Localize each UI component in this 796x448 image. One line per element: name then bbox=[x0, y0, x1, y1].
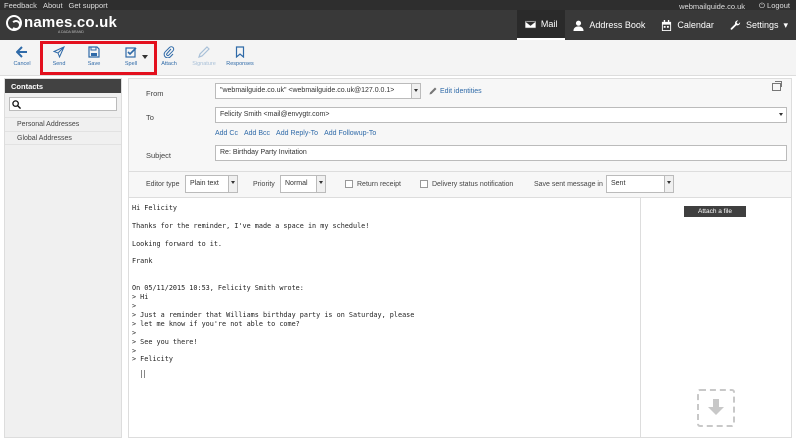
add-followup-to-link[interactable]: Add Followup-To bbox=[324, 130, 376, 137]
envelope-icon bbox=[524, 19, 536, 29]
save-sent-label: Save sent message in bbox=[534, 181, 603, 188]
subject-label: Subject bbox=[146, 151, 172, 160]
resize-handle-icon[interactable] bbox=[141, 370, 145, 378]
nav-address-book[interactable]: Address Book bbox=[565, 10, 653, 40]
edit-identities-label: Edit identities bbox=[440, 87, 482, 95]
signature-button[interactable]: Signature bbox=[186, 46, 222, 67]
save-sent-value: Sent bbox=[611, 180, 626, 187]
edit-identities-link[interactable]: Edit identities bbox=[429, 87, 482, 95]
contacts-sidebar: Contacts Personal Addresses Global Addre… bbox=[4, 78, 122, 438]
nav-settings[interactable]: Settings ▾ bbox=[722, 10, 796, 40]
editor-type-label: Editor type bbox=[146, 181, 180, 188]
logo-text: names.co.uk bbox=[24, 14, 118, 31]
from-value: "webmailguide.co.uk" <webmailguide.co.uk… bbox=[220, 87, 395, 94]
editor-type-select[interactable]: Plain text bbox=[185, 175, 238, 193]
nav-address-book-label: Address Book bbox=[589, 20, 646, 30]
chevron-down-icon bbox=[664, 176, 673, 192]
about-link[interactable]: About bbox=[43, 1, 63, 10]
sidebar-item-personal-addresses[interactable]: Personal Addresses bbox=[5, 117, 121, 131]
attach-file-button[interactable]: Attach a file bbox=[684, 206, 746, 217]
nav-mail[interactable]: Mail bbox=[516, 10, 566, 40]
responses-label: Responses bbox=[226, 61, 254, 67]
pen-icon bbox=[198, 46, 210, 58]
from-select[interactable]: "webmailguide.co.uk" <webmailguide.co.uk… bbox=[215, 83, 421, 99]
chevron-down-icon bbox=[316, 176, 325, 192]
priority-select[interactable]: Normal bbox=[280, 175, 326, 193]
message-headers: From "webmailguide.co.uk" <webmailguide.… bbox=[129, 79, 791, 197]
add-bcc-link[interactable]: Add Bcc bbox=[244, 130, 270, 137]
calendar-icon bbox=[662, 19, 672, 31]
add-reply-to-link[interactable]: Add Reply-To bbox=[276, 130, 318, 137]
cancel-label: Cancel bbox=[13, 61, 31, 67]
search-icon bbox=[12, 100, 21, 109]
top-links: Feedback About Get support bbox=[4, 1, 108, 10]
subject-field[interactable]: Re: Birthday Party Invitation bbox=[215, 145, 787, 161]
contacts-search-input[interactable] bbox=[9, 97, 117, 111]
delivery-status-label: Delivery status notification bbox=[432, 181, 514, 188]
file-drop-zone[interactable] bbox=[697, 389, 735, 427]
expand-window-icon[interactable] bbox=[772, 81, 782, 91]
attach-label: Attach bbox=[161, 61, 177, 67]
top-strip: Feedback About Get support webmailguide.… bbox=[0, 0, 796, 11]
priority-value: Normal bbox=[285, 180, 308, 187]
responses-button[interactable]: Responses bbox=[222, 46, 258, 67]
compose-panel: From "webmailguide.co.uk" <webmailguide.… bbox=[128, 78, 792, 438]
to-label: To bbox=[146, 113, 154, 122]
sidebar-title: Contacts bbox=[5, 79, 121, 93]
attachments-pane: Attach a file bbox=[640, 197, 791, 437]
person-icon bbox=[573, 20, 584, 31]
save-sent-select[interactable]: Sent bbox=[606, 175, 674, 193]
nav-calendar-label: Calendar bbox=[677, 20, 714, 30]
message-body-text: Hi Felicity Thanks for the reminder, I'v… bbox=[132, 204, 415, 364]
bookmark-icon bbox=[235, 46, 245, 58]
to-field[interactable]: Felicity Smith <mail@envygtr.com> bbox=[215, 107, 787, 123]
wrench-icon bbox=[730, 19, 741, 30]
message-options: Editor type Plain text Priority Normal R… bbox=[129, 171, 791, 197]
logout-label: Logout bbox=[767, 1, 790, 10]
nav-mail-label: Mail bbox=[540, 19, 558, 29]
subject-value: Re: Birthday Party Invitation bbox=[220, 149, 307, 156]
highlight-box bbox=[40, 41, 157, 75]
from-label: From bbox=[146, 89, 164, 98]
editor-type-value: Plain text bbox=[190, 180, 219, 187]
return-receipt-label: Return receipt bbox=[357, 181, 401, 188]
arrow-left-icon bbox=[16, 46, 27, 58]
logo-mark-icon bbox=[6, 14, 22, 31]
logo[interactable]: names.co.uk bbox=[6, 14, 117, 31]
paperclip-icon bbox=[163, 46, 175, 58]
get-support-link[interactable]: Get support bbox=[69, 1, 108, 10]
signature-label: Signature bbox=[192, 61, 216, 67]
logo-subtitle: A DADA BRAND bbox=[58, 30, 84, 34]
power-icon: ⏻ bbox=[759, 1, 765, 10]
nav-calendar[interactable]: Calendar bbox=[653, 10, 722, 40]
pencil-icon bbox=[429, 87, 437, 95]
main-nav: Mail Address Book Calendar Settings ▾ bbox=[516, 10, 796, 40]
sidebar-item-global-addresses[interactable]: Global Addresses bbox=[5, 131, 121, 145]
download-arrow-icon bbox=[708, 399, 724, 415]
nav-settings-label: Settings bbox=[745, 20, 779, 30]
header-bar: names.co.uk A DADA BRAND Mail Address Bo… bbox=[0, 10, 796, 40]
message-body-editor[interactable]: Hi Felicity Thanks for the reminder, I'v… bbox=[129, 197, 640, 437]
chevron-down-icon: ▾ bbox=[783, 19, 788, 30]
delivery-status-checkbox[interactable] bbox=[420, 180, 428, 188]
cancel-button[interactable]: Cancel bbox=[4, 46, 40, 67]
add-cc-link[interactable]: Add Cc bbox=[215, 130, 238, 137]
priority-label: Priority bbox=[253, 181, 275, 188]
feedback-link[interactable]: Feedback bbox=[4, 1, 37, 10]
to-value: Felicity Smith <mail@envygtr.com> bbox=[220, 111, 330, 118]
return-receipt-checkbox[interactable] bbox=[345, 180, 353, 188]
scroll-arrow-icon bbox=[777, 108, 786, 122]
chevron-down-icon bbox=[228, 176, 237, 192]
chevron-down-icon bbox=[411, 84, 420, 98]
add-header-links: Add Cc Add Bcc Add Reply-To Add Followup… bbox=[215, 130, 376, 137]
